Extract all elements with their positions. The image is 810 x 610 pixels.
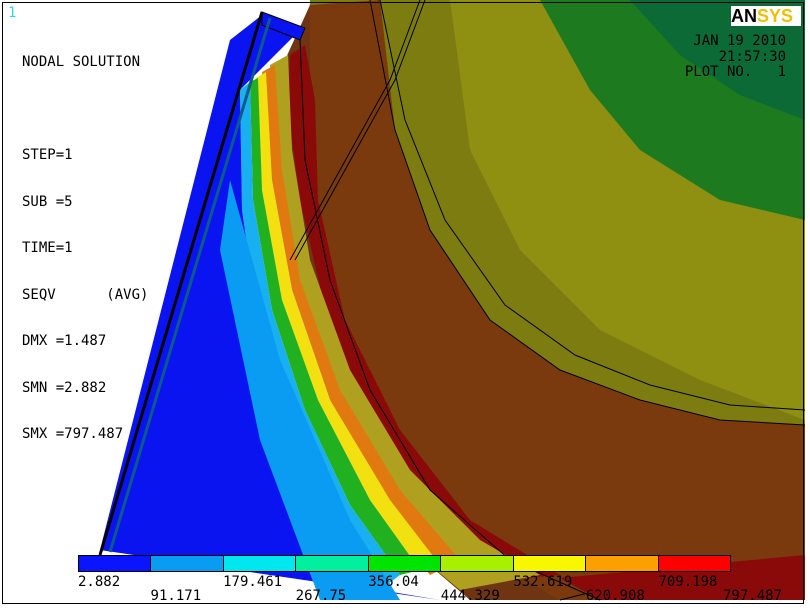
window-number: 1	[8, 5, 17, 21]
plot-time: 21:57:30	[718, 48, 786, 65]
legend-color-cell	[441, 556, 514, 571]
solution-info: NODAL SOLUTION STEP=1 SUB =5 TIME=1 SEQV…	[22, 24, 148, 474]
info-line	[22, 102, 148, 118]
ansys-logo: ANSYS	[731, 6, 801, 26]
legend-color-cell	[79, 556, 152, 571]
info-line: SMN =2.882	[22, 379, 107, 396]
legend-label: 620.908	[585, 588, 645, 604]
info-line: DMX =1.487	[22, 333, 107, 349]
plot-date: JAN 19 2010	[693, 33, 786, 49]
plot-number: PLOT NO. 1	[684, 64, 786, 80]
legend-color-cell	[151, 556, 224, 571]
plot-date-block: JAN 19 2010 21:57:30 PLOT NO. 1	[684, 33, 786, 81]
legend-label: 444.329	[440, 588, 500, 604]
legend-label: 267.75	[295, 588, 347, 604]
legend-label: 709.198	[658, 574, 718, 590]
legend-label: 797.487	[723, 588, 783, 604]
legend-color-cell	[296, 556, 369, 571]
plot-viewport: 1 ANSYS NODAL SOLUTION STEP=1 SUB =5 TIM…	[0, 0, 810, 610]
info-line: STEP=1	[22, 147, 73, 163]
legend-label: 179.461	[223, 574, 283, 590]
info-line: SMX =797.487	[22, 426, 124, 442]
contour-legend-bar	[78, 555, 731, 572]
legend-label: 2.882	[78, 574, 121, 590]
info-line: SEQV (AVG)	[22, 286, 149, 303]
legend-color-cell	[658, 556, 730, 571]
legend-label: 91.171	[150, 588, 202, 604]
legend-color-cell	[368, 556, 442, 571]
legend-color-cell	[223, 556, 297, 571]
legend-label: 356.04	[368, 574, 419, 590]
info-line: NODAL SOLUTION	[22, 54, 141, 70]
info-line: TIME=1	[22, 240, 73, 256]
legend-color-cell	[513, 556, 587, 571]
legend-color-cell	[586, 556, 659, 571]
legend-label: 532.619	[513, 574, 573, 590]
info-line: SUB =5	[22, 193, 73, 210]
